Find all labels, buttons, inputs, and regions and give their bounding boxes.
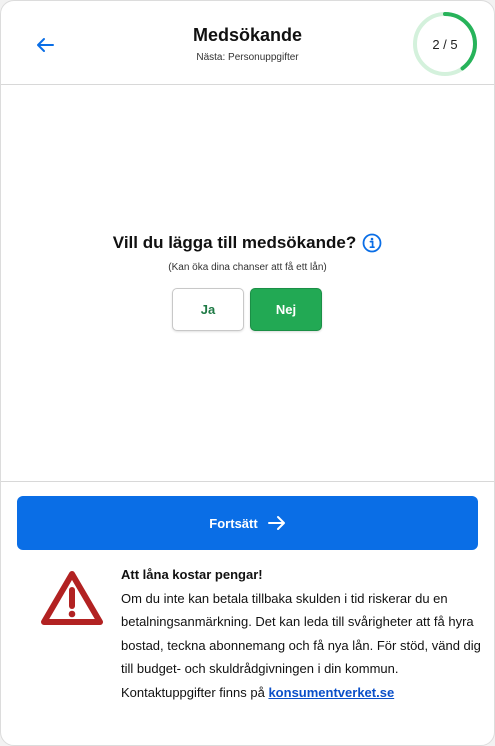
progress-label: 2 / 5 [432,36,458,52]
page-header: Medsökande Nästa: Personuppgifter 2 / 5 [1,1,494,85]
section-divider [1,481,494,482]
question-hint: (Kan öka dina chanser att få ett lån) [168,262,327,273]
info-icon[interactable] [362,233,382,253]
loan-application-card: Medsökande Nästa: Personuppgifter 2 / 5 … [0,0,495,746]
warning-triangle-icon [41,571,103,625]
warning-body: Om du inte kan betala tillbaka skulden i… [121,591,481,700]
yes-button[interactable]: Ja [172,288,244,331]
no-button[interactable]: Nej [250,288,322,331]
arrow-right-icon [267,516,285,530]
konsumentverket-link[interactable]: konsumentverket.se [268,685,394,700]
warning-title: Att låna kostar pengar! [121,567,263,582]
question-row: Vill du lägga till medsökande? [1,233,494,253]
warning-text: Om du inte kan betala tillbaka skulden i… [121,587,481,704]
continue-button-label: Fortsätt [209,515,258,531]
continue-button[interactable]: Fortsätt [17,496,478,550]
co-applicant-question: Vill du lägga till medsökande? [112,233,357,252]
step-progress-ring: 2 / 5 [412,11,478,77]
